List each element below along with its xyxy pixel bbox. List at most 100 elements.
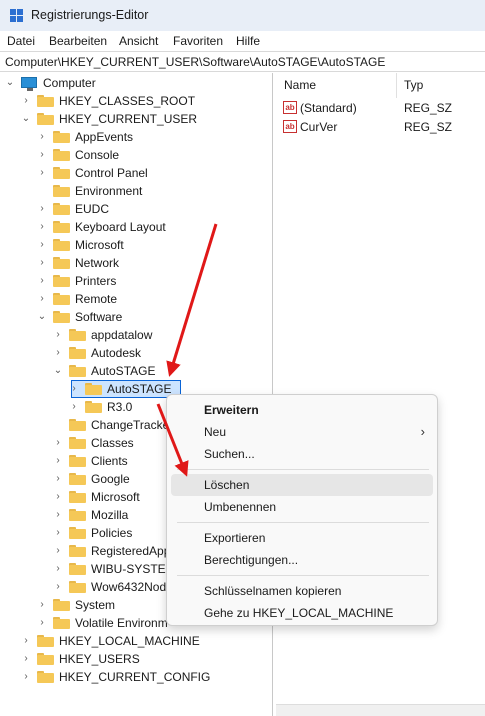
folder-icon [53, 599, 70, 611]
menu-bar: Datei Bearbeiten Ansicht Favoriten Hilfe [0, 31, 485, 51]
chevron-right-icon[interactable]: › [37, 148, 47, 162]
menu-item-label: Erweitern [204, 403, 259, 417]
tree-node[interactable]: › Autodesk [0, 344, 272, 362]
folder-icon [37, 635, 54, 647]
folder-icon [69, 473, 86, 485]
tree-node[interactable]: › Control Panel [0, 164, 272, 182]
chevron-right-icon[interactable]: › [37, 202, 47, 216]
tree-node[interactable]: ⌄ HKEY_CURRENT_USER [0, 110, 272, 128]
tree-node[interactable]: › Microsoft [0, 236, 272, 254]
menu-item-label: Schlüsselnamen kopieren [204, 584, 342, 598]
chevron-right-icon[interactable]: › [53, 580, 63, 594]
chevron-right-icon[interactable]: › [37, 292, 47, 306]
tree-node[interactable]: › HKEY_USERS [0, 650, 272, 668]
chevron-right-icon[interactable]: › [53, 490, 63, 504]
address-bar[interactable]: Computer\HKEY_CURRENT_USER\Software\Auto… [0, 51, 485, 72]
tree-node[interactable]: › HKEY_CURRENT_CONFIG [0, 668, 272, 686]
chevron-right-icon[interactable]: › [21, 652, 31, 666]
tree-node-label: RegisteredApp [91, 544, 171, 558]
chevron-right-icon[interactable]: › [21, 670, 31, 684]
horizontal-scrollbar[interactable] [276, 704, 485, 716]
chevron-down-icon[interactable]: ⌄ [21, 112, 31, 126]
menu-item-find[interactable]: Suchen... [171, 443, 433, 465]
chevron-right-icon[interactable]: › [21, 94, 31, 108]
tree-node-label: Keyboard Layout [75, 220, 166, 234]
chevron-right-icon[interactable]: › [53, 436, 63, 450]
menu-item-copy-key-name[interactable]: Schlüsselnamen kopieren [171, 580, 433, 602]
tree-node[interactable]: › Remote [0, 290, 272, 308]
column-header-name[interactable]: Name [284, 78, 316, 92]
chevron-right-icon[interactable]: › [37, 256, 47, 270]
chevron-right-icon[interactable]: › [37, 130, 47, 144]
tree-node[interactable]: › Console [0, 146, 272, 164]
tree-node-label: Software [75, 310, 123, 324]
chevron-right-icon[interactable]: › [37, 166, 47, 180]
menu-separator [177, 522, 429, 523]
tree-node-label: Computer [43, 76, 96, 90]
tree-node[interactable]: ⌄ Computer [0, 74, 272, 92]
tree-node[interactable]: › HKEY_CLASSES_ROOT [0, 92, 272, 110]
folder-icon [53, 275, 70, 287]
tree-node[interactable]: › EUDC [0, 200, 272, 218]
column-header-type[interactable]: Typ [404, 78, 423, 92]
chevron-down-icon[interactable]: ⌄ [37, 310, 47, 324]
tree-node[interactable]: › AppEvents [0, 128, 272, 146]
menu-item-rename[interactable]: Umbenennen [171, 496, 433, 518]
menu-item-goto-hklm[interactable]: Gehe zu HKEY_LOCAL_MACHINE [171, 602, 433, 624]
chevron-right-icon[interactable]: › [53, 328, 63, 342]
chevron-right-icon[interactable]: › [53, 346, 63, 360]
menu-item-export[interactable]: Exportieren [171, 527, 433, 549]
folder-icon [37, 113, 54, 125]
tree-node-label: Classes [91, 436, 134, 450]
menu-item-new[interactable]: Neu › [171, 421, 433, 443]
value-type: REG_SZ [404, 120, 453, 134]
chevron-right-icon[interactable]: › [37, 220, 47, 234]
chevron-right-icon[interactable]: › [69, 382, 79, 396]
tree-node-label: Remote [75, 292, 118, 306]
menu-item-permissions[interactable]: Berechtigungen... [171, 549, 433, 571]
menu-favorites[interactable]: Favoriten [173, 34, 223, 48]
chevron-right-icon[interactable]: › [21, 634, 31, 648]
chevron-right-icon[interactable]: › [53, 454, 63, 468]
chevron-right-icon[interactable]: › [53, 544, 63, 558]
column-divider[interactable] [396, 73, 397, 98]
menu-edit[interactable]: Bearbeiten [49, 34, 107, 48]
context-menu: Erweitern Neu › Suchen... Löschen Umbene… [166, 394, 438, 626]
value-row[interactable]: ab CurVer REG_SZ [276, 117, 485, 136]
chevron-right-icon[interactable]: › [37, 598, 47, 612]
menu-item-label: Suchen... [204, 447, 255, 461]
folder-icon [69, 491, 86, 503]
chevron-right-icon[interactable]: › [37, 238, 47, 252]
tree-node[interactable]: ⌄ Software [0, 308, 272, 326]
tree-node-label: EUDC [75, 202, 110, 216]
menu-view[interactable]: Ansicht [119, 34, 158, 48]
chevron-right-icon[interactable]: › [53, 508, 63, 522]
tree-node[interactable]: Environment [0, 182, 272, 200]
computer-icon [21, 77, 37, 91]
chevron-right-icon[interactable]: › [53, 526, 63, 540]
tree-node-label: Environment [75, 184, 143, 198]
tree-node[interactable]: › Network [0, 254, 272, 272]
chevron-right-icon[interactable]: › [37, 616, 47, 630]
tree-node[interactable]: › Printers [0, 272, 272, 290]
tree-node-label: Microsoft [91, 490, 140, 504]
value-row[interactable]: ab (Standard) REG_SZ [276, 98, 485, 117]
menu-item-expand[interactable]: Erweitern [171, 399, 433, 421]
chevron-down-icon[interactable]: ⌄ [53, 364, 63, 378]
menu-file[interactable]: Datei [7, 34, 35, 48]
folder-icon [69, 347, 86, 359]
address-path[interactable]: Computer\HKEY_CURRENT_USER\Software\Auto… [5, 55, 385, 69]
tree-node[interactable]: ⌄ AutoSTAGE [0, 362, 272, 380]
value-name: (Standard) [300, 101, 357, 115]
tree-node[interactable]: › appdatalow [0, 326, 272, 344]
menu-item-delete[interactable]: Löschen [171, 474, 433, 496]
chevron-right-icon[interactable]: › [69, 400, 79, 414]
menu-help[interactable]: Hilfe [236, 34, 260, 48]
tree-node-label: Volatile Environm [75, 616, 168, 630]
tree-node[interactable]: › Keyboard Layout [0, 218, 272, 236]
tree-node[interactable]: › HKEY_LOCAL_MACHINE [0, 632, 272, 650]
chevron-right-icon[interactable]: › [53, 562, 63, 576]
chevron-right-icon[interactable]: › [37, 274, 47, 288]
chevron-down-icon[interactable]: ⌄ [5, 76, 15, 90]
chevron-right-icon[interactable]: › [53, 472, 63, 486]
